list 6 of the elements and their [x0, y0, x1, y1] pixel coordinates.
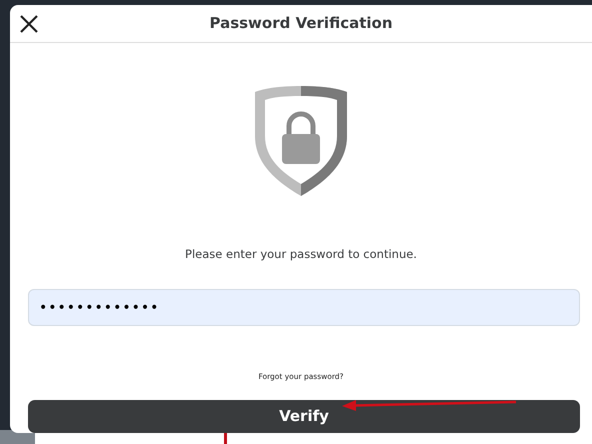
dialog-title: Password Verification — [209, 13, 393, 34]
instruction-text: Please enter your password to continue. — [185, 246, 417, 263]
verify-button[interactable]: Verify — [28, 400, 580, 433]
close-button[interactable] — [18, 13, 40, 35]
close-icon — [18, 13, 40, 35]
password-field[interactable]: ••••••••••••• — [28, 289, 580, 326]
